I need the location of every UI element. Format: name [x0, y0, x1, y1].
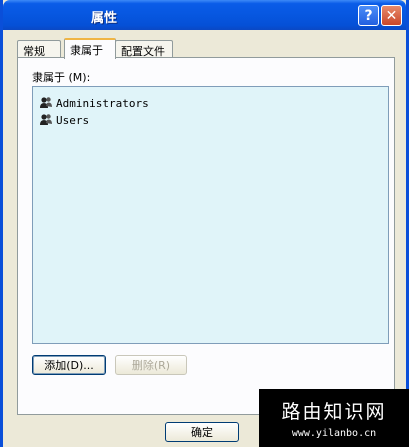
group-name: Users	[56, 113, 90, 127]
watermark-title: 路由知识网	[281, 401, 387, 423]
group-icon	[40, 114, 52, 125]
list-item[interactable]: Users	[39, 112, 89, 128]
tab-general[interactable]: 常规	[17, 40, 61, 58]
properties-dialog: 属性 ? ✕ 常规 隶属于 配置文件 隶属于 (M): Administrato…	[0, 0, 409, 447]
group-icon	[40, 97, 52, 108]
help-button[interactable]: ?	[358, 5, 379, 26]
close-button[interactable]: ✕	[381, 5, 402, 26]
help-icon: ?	[364, 7, 373, 24]
member-of-panel: 隶属于 (M): Administrators Users 添加(D)... 删…	[17, 57, 395, 415]
window-title: 属性	[91, 11, 118, 26]
tab-profile[interactable]: 配置文件	[115, 40, 173, 58]
ok-button[interactable]: 确定	[165, 422, 239, 442]
member-of-list[interactable]: Administrators Users	[32, 86, 389, 344]
close-icon: ✕	[385, 7, 398, 24]
title-bar[interactable]: 属性 ? ✕	[3, 0, 406, 30]
list-item[interactable]: Administrators	[39, 95, 149, 111]
group-name: Administrators	[56, 96, 149, 110]
watermark: 路由知识网 www.yilanbo.cn	[259, 389, 409, 447]
tab-member-of[interactable]: 隶属于	[64, 38, 116, 59]
watermark-url: www.yilanbo.cn	[291, 428, 377, 439]
remove-button[interactable]: 删除(R)	[115, 355, 187, 375]
member-of-label: 隶属于 (M):	[32, 71, 91, 84]
add-button[interactable]: 添加(D)...	[32, 355, 106, 375]
